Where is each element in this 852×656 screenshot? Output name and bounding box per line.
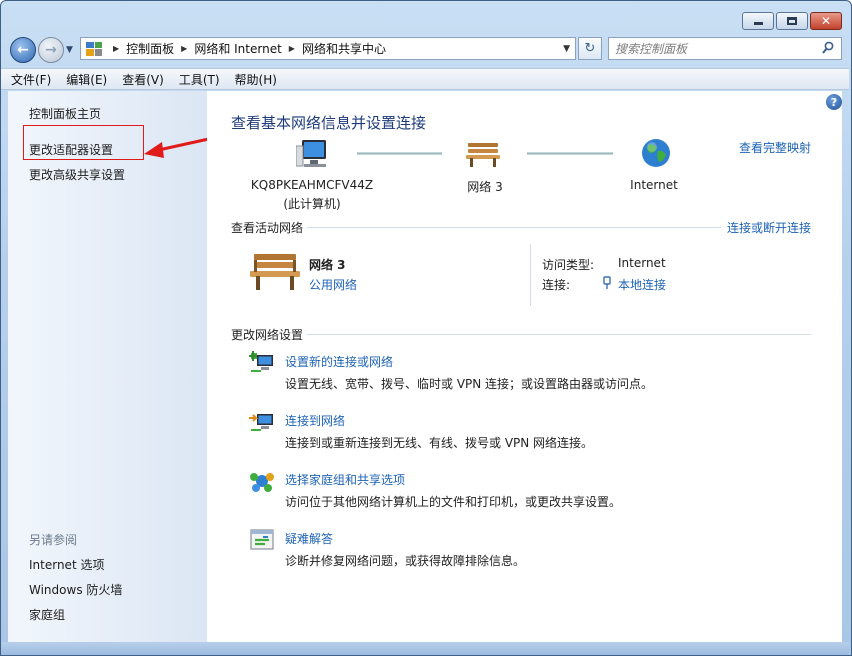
computer-icon [296,140,326,167]
access-type-label: 访问类型: [542,258,595,272]
vertical-divider [530,244,531,306]
change-settings-heading: 更改网络设置 [231,328,304,342]
address-bar[interactable]: ▶ 控制面板 ▶ 网络和 Internet ▶ 网络和共享中心 ▼ [80,37,576,60]
map-internet-node: Internet [630,178,678,192]
breadcrumb-network-internet[interactable]: 网络和 Internet [194,40,281,57]
connections-label: 连接: [542,278,571,292]
menu-bar: 文件(F) 编辑(E) 查看(V) 工具(T) 帮助(H) [1,68,849,90]
troubleshoot-icon [250,529,274,550]
connect-to-network-icon [249,414,273,431]
breadcrumb-control-panel[interactable]: 控制面板 [126,40,174,57]
access-type-value: Internet [618,256,666,270]
map-link-line [527,152,613,155]
menu-tools[interactable]: 工具(T) [179,71,220,88]
back-button[interactable]: ← [10,37,36,63]
view-full-map-link[interactable]: 查看完整映射 [739,139,811,156]
active-networks-heading: 查看活动网络 [231,221,304,235]
internet-globe-icon [642,139,670,167]
map-network-node: 网络 3 [467,180,503,194]
computer-name: KQ8PKEAHMCFV44Z [250,178,374,192]
task-link-new-connection[interactable]: 设置新的连接或网络 [285,353,393,370]
network-bench-large-icon [250,254,300,290]
menu-help[interactable]: 帮助(H) [235,71,277,88]
minimize-button[interactable] [742,12,774,30]
map-computer-node: KQ8PKEAHMCFV44Z (此计算机) [247,178,377,212]
page-title: 查看基本网络信息并设置连接 [231,114,427,132]
navigation-bar: ← → ▼ ▶ 控制面板 ▶ 网络和 Internet ▶ 网络和共享中心 ▼ … [8,35,842,63]
task-desc-new-connection: 设置无线、宽带、拨号、临时或 VPN 连接；或设置路由器或访问点。 [285,377,654,391]
annotation-highlight-box [23,125,144,160]
address-dropdown-icon[interactable]: ▼ [563,44,570,54]
maximize-button[interactable] [776,12,808,30]
task-link-troubleshoot[interactable]: 疑难解答 [285,530,333,547]
homegroup-icon [250,473,274,492]
breadcrumb-chevron-icon[interactable]: ▶ [113,44,119,53]
sidebar-link-change-advanced-sharing[interactable]: 更改高级共享设置 [29,166,125,183]
forward-arrow-icon: → [45,42,57,58]
menu-edit[interactable]: 编辑(E) [66,71,107,88]
task-desc-troubleshoot: 诊断并修复网络问题，或获得故障排除信息。 [285,554,526,568]
task-link-connect-network[interactable]: 连接到网络 [285,412,345,429]
menu-file[interactable]: 文件(F) [11,71,51,88]
task-desc-homegroup: 访问位于其他网络计算机上的文件和打印机，或更改共享设置。 [285,495,622,509]
new-connection-icon [249,351,273,372]
section-divider [307,334,811,335]
connect-disconnect-link[interactable]: 连接或断开连接 [727,219,811,236]
refresh-button[interactable]: ↻ [578,37,602,60]
active-network-name: 网络 3 [309,258,346,272]
section-divider [307,227,721,228]
see-also-homegroup[interactable]: 家庭组 [29,606,65,623]
refresh-icon: ↻ [584,41,596,56]
search-input[interactable] [615,39,815,58]
menu-view[interactable]: 查看(V) [122,71,164,88]
control-panel-icon [86,41,102,56]
computer-sublabel: (此计算机) [283,197,341,211]
maximize-icon [787,17,797,25]
breadcrumb-chevron-icon[interactable]: ▶ [289,44,295,53]
ethernet-icon [603,276,611,289]
sidebar-link-control-panel-home[interactable]: 控制面板主页 [29,105,101,122]
window-bottom-border [1,642,849,655]
breadcrumb-network-sharing-center[interactable]: 网络和共享中心 [302,40,386,57]
task-desc-connect-network: 连接到或重新连接到无线、有线、拨号或 VPN 网络连接。 [285,436,594,450]
map-link-line [357,152,442,155]
close-icon: ✕ [820,14,832,28]
search-icon[interactable] [822,41,834,55]
network-bench-icon [466,143,500,167]
recent-pages-dropdown-icon[interactable]: ▼ [66,45,73,55]
local-connection-link[interactable]: 本地连接 [618,276,666,293]
see-also-internet-options[interactable]: Internet 选项 [29,556,104,573]
close-button[interactable]: ✕ [810,12,842,30]
help-icon[interactable]: ? [826,94,842,110]
minimize-icon [753,21,763,25]
back-arrow-icon: ← [17,42,29,58]
network-type-link[interactable]: 公用网络 [309,276,357,293]
search-box[interactable] [608,37,842,60]
see-also-heading: 另请参阅 [29,533,78,547]
forward-button[interactable]: → [38,37,64,63]
task-link-homegroup[interactable]: 选择家庭组和共享选项 [285,471,405,488]
window-caption-buttons: ✕ [742,12,842,30]
breadcrumb-chevron-icon[interactable]: ▶ [181,44,187,53]
see-also-windows-firewall[interactable]: Windows 防火墙 [29,581,122,598]
